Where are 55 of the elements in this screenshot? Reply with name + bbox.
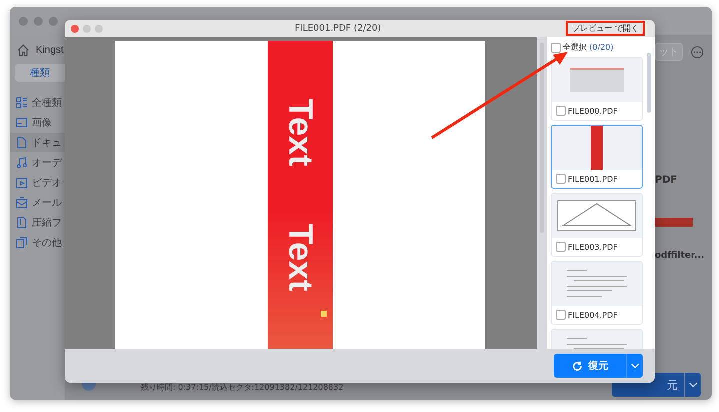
select-all-label: 全選択 (0/20) — [563, 42, 614, 53]
mail-icon — [16, 196, 28, 208]
file-card[interactable]: FILE004.PDF — [551, 261, 643, 325]
checkbox[interactable] — [556, 174, 566, 184]
file-name: FILE000.PDF — [568, 106, 618, 116]
banner-thumbnail — [591, 126, 603, 170]
sidebar-item[interactable]: 圧縮フ — [10, 213, 65, 232]
sidebar-item[interactable]: ドキュ — [10, 133, 65, 152]
more-icon[interactable] — [691, 46, 704, 58]
zoom-icon[interactable] — [95, 24, 103, 32]
open-in-preview-button[interactable]: プレビュー で開く — [566, 21, 645, 36]
window-title: FILE001.PDF (2/20) — [295, 24, 382, 34]
page-text: Text — [284, 99, 318, 166]
checkbox[interactable] — [551, 42, 561, 52]
file-card[interactable]: FILE003.PDF — [551, 193, 643, 257]
caret-icon — [688, 382, 698, 388]
checkbox[interactable] — [556, 242, 566, 252]
file-name: FILE003.PDF — [568, 242, 618, 252]
other-icon — [16, 236, 28, 248]
file-name: odffilter... — [655, 251, 706, 261]
grid-icon — [16, 96, 28, 108]
refresh-icon — [572, 360, 582, 372]
page-text: Text — [284, 224, 318, 292]
dropdown-button[interactable] — [626, 354, 643, 378]
file-card[interactable]: FILE000.PDF — [551, 57, 643, 121]
close-icon[interactable] — [71, 24, 79, 32]
file-card[interactable]: FILE001.PDF — [551, 125, 643, 189]
thumbnail-strip — [655, 218, 693, 227]
checkbox[interactable] — [556, 106, 566, 116]
checkbox[interactable] — [556, 310, 566, 320]
recover-button[interactable]: 復元 — [554, 354, 626, 378]
dropdown-button[interactable] — [684, 373, 701, 397]
sidebar-item[interactable]: メール — [10, 193, 65, 212]
audio-icon — [16, 156, 28, 168]
sidebar-item[interactable]: オーデ — [10, 153, 65, 172]
file-name: FILE001.PDF — [568, 174, 618, 184]
scrollbar[interactable] — [647, 53, 651, 113]
minimize-icon[interactable] — [83, 24, 91, 32]
app-name: Kingst — [36, 44, 64, 56]
file-label: PDF — [655, 175, 678, 186]
sidebar-item[interactable]: ビデオ — [10, 173, 65, 192]
page-mark — [321, 311, 327, 317]
sidebar-item[interactable]: 画像 — [10, 113, 65, 132]
screenshot-thumbnail — [570, 68, 624, 92]
caret-icon — [630, 363, 640, 369]
sidebar-item[interactable]: 全種類 — [10, 93, 65, 112]
file-name: FILE004.PDF — [568, 310, 618, 320]
sidebar-item[interactable]: その他 — [10, 233, 65, 252]
home-icon[interactable] — [17, 44, 30, 56]
document-icon — [16, 136, 28, 148]
status-text: 残り時間: 0:37:15/読込セクタ:12091382/121208832 — [141, 382, 344, 392]
image-icon — [16, 116, 28, 128]
category-tab[interactable]: 種類 — [15, 64, 65, 82]
video-icon — [16, 176, 28, 188]
archive-icon — [16, 216, 28, 228]
